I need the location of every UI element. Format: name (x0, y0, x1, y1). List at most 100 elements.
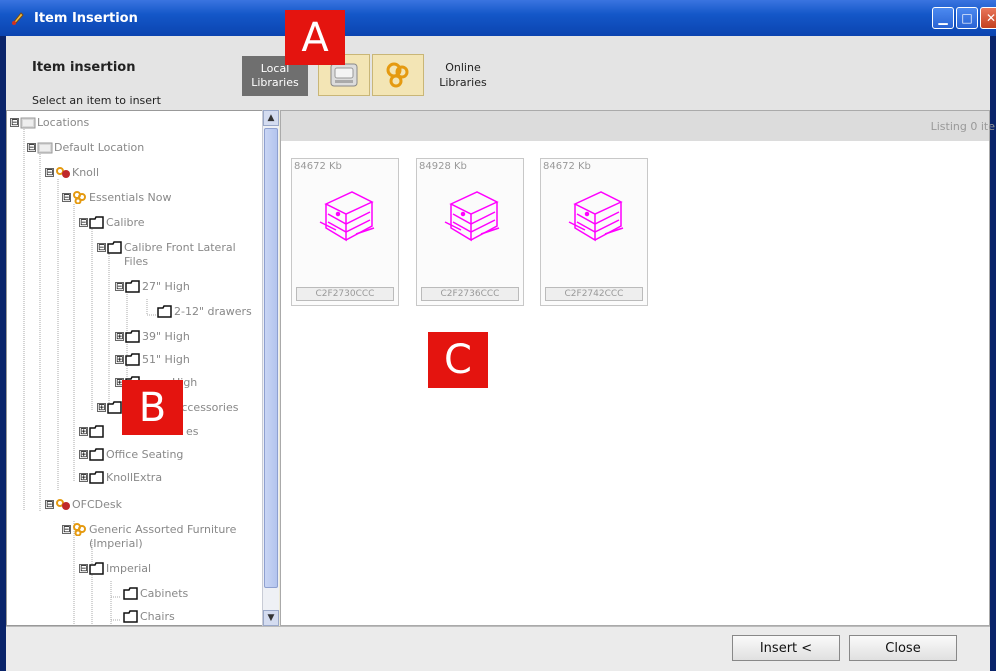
item-code: C2F2742CCC (545, 287, 643, 301)
item-size: 84672 Kb (294, 161, 342, 172)
folder-icon (89, 448, 104, 461)
insert-button[interactable]: Insert < (732, 635, 840, 661)
tree-node-39-high[interactable]: ⊞ 39" High (115, 330, 190, 344)
collapse-toggle[interactable]: ⊟ (115, 282, 124, 292)
header-panel: Item insertion Select an item to insert (6, 36, 990, 110)
item-list-panel: Listing 0 ite 84672 Kb C2F2730CCC 84928 … (280, 110, 995, 626)
folder-icon (107, 241, 122, 254)
tree-node-calibre[interactable]: ⊟ Calibre (79, 216, 145, 230)
lateral-file-drawing-icon (568, 191, 624, 242)
folder-icon (89, 425, 104, 438)
library-tree[interactable]: ⊟ Locations ⊟ Default Location ⊟ Knoll ⊟… (6, 110, 266, 626)
location-icon (37, 142, 53, 154)
folder-icon (89, 471, 104, 484)
annotation-marker-c: C (428, 332, 488, 388)
tree-node-calibre-front-lateral-files[interactable]: ⊟ Calibre Front Lateral Files (97, 241, 257, 269)
expand-toggle[interactable]: ⊞ (79, 427, 88, 437)
expand-toggle[interactable]: ⊞ (115, 355, 124, 365)
tree-node-knoll[interactable]: ⊟ Knoll (45, 166, 99, 180)
collapse-toggle[interactable]: ⊟ (79, 218, 88, 228)
tree-node-imperial[interactable]: ⊟ Imperial (79, 562, 151, 576)
folder-icon (125, 353, 140, 366)
minimize-button[interactable]: ▁ (932, 7, 954, 29)
page-title: Item insertion (32, 60, 136, 75)
item-code: C2F2736CCC (421, 287, 519, 301)
online-libraries-button[interactable] (372, 54, 424, 96)
folder-icon (107, 401, 122, 414)
scroll-down-button[interactable]: ▼ (263, 610, 279, 626)
online-libraries-label-2: Libraries (439, 76, 487, 89)
manufacturer-icon (56, 499, 70, 510)
scroll-thumb[interactable] (264, 128, 278, 588)
collapse-toggle[interactable]: ⊟ (79, 564, 88, 574)
chevron-down-icon: ▼ (267, 613, 275, 623)
tree-node-default-location[interactable]: ⊟ Default Location (27, 141, 144, 155)
item-insertion-window: Item Insertion ▁ □ ✕ Item insertion Sele… (0, 0, 996, 671)
folder-icon (125, 280, 140, 293)
item-code: C2F2730CCC (296, 287, 394, 301)
chevron-up-icon: ▲ (267, 113, 275, 123)
folder-icon (125, 330, 140, 343)
tree-node-2-12-drawers[interactable]: 2-12" drawers (157, 305, 252, 319)
folder-icon (89, 562, 104, 575)
expand-toggle[interactable]: ⊞ (79, 473, 88, 483)
collapse-toggle[interactable]: ⊟ (10, 118, 19, 128)
annotation-marker-b: B (122, 380, 183, 435)
minimize-icon: ▁ (938, 11, 948, 25)
tree-node-essentials-now[interactable]: ⊟ Essentials Now (62, 191, 172, 205)
window-controls: ▁ □ ✕ (932, 7, 996, 29)
expand-toggle[interactable]: ⊞ (115, 332, 124, 342)
tree-node-office-seating[interactable]: ⊞ Office Seating (79, 448, 183, 462)
local-libraries-label-2: Libraries (251, 76, 299, 89)
item-size: 84672 Kb (543, 161, 591, 172)
collapse-toggle[interactable]: ⊟ (45, 168, 54, 178)
tree-node-generic-assorted-furniture[interactable]: ⊟ Generic Assorted Furniture (Imperial) (62, 523, 257, 551)
tree-node-cabinets[interactable]: Cabinets (123, 587, 188, 601)
collapse-toggle[interactable]: ⊟ (62, 193, 71, 203)
manufacturer-icon (56, 167, 70, 178)
item-card[interactable]: 84928 Kb C2F2736CCC (416, 158, 524, 306)
expand-toggle[interactable]: ⊞ (97, 403, 106, 413)
scroll-up-button[interactable]: ▲ (263, 110, 279, 126)
location-icon (20, 117, 36, 129)
footer-bar: Insert < Close (6, 626, 990, 671)
folder-icon (157, 305, 172, 318)
tree-node-51-high[interactable]: ⊞ 51" High (115, 353, 190, 367)
page-subtitle: Select an item to insert (32, 94, 161, 107)
folder-icon (123, 587, 138, 600)
tree-node-ofcdesk[interactable]: ⊟ OFCDesk (45, 498, 122, 512)
title-bar[interactable]: Item Insertion ▁ □ ✕ (0, 0, 996, 36)
app-icon (12, 12, 24, 25)
collapse-toggle[interactable]: ⊟ (62, 525, 71, 535)
tree-node-chairs[interactable]: Chairs (123, 610, 175, 624)
item-size: 84928 Kb (419, 161, 467, 172)
listing-count: Listing 0 ite (930, 120, 995, 133)
close-icon: ✕ (985, 11, 996, 25)
online-libraries-label-1: Online (445, 61, 481, 74)
tree-node-locations[interactable]: ⊟ Locations (10, 116, 89, 130)
close-window-button[interactable]: ✕ (980, 7, 996, 29)
item-card[interactable]: 84672 Kb C2F2742CCC (540, 158, 648, 306)
lateral-file-drawing-icon (444, 191, 500, 242)
tree-node-knollextra[interactable]: ⊞ KnollExtra (79, 471, 162, 485)
catalog-icon (73, 191, 86, 204)
tree-scrollbar[interactable]: ▲ ▼ (262, 110, 279, 626)
maximize-button[interactable]: □ (956, 7, 978, 29)
folder-icon (89, 216, 104, 229)
close-button[interactable]: Close (849, 635, 957, 661)
folder-icon (123, 610, 138, 623)
online-libraries-label[interactable]: Online Libraries (428, 60, 498, 94)
collapse-toggle[interactable]: ⊟ (27, 143, 36, 153)
catalog-icon (73, 523, 86, 536)
annotation-marker-a: A (285, 10, 345, 65)
maximize-icon: □ (961, 11, 973, 25)
collapse-toggle[interactable]: ⊟ (45, 500, 54, 510)
tree-node-27-high[interactable]: ⊟ 27" High (115, 280, 190, 294)
window-title: Item Insertion (34, 10, 138, 26)
item-card[interactable]: 84672 Kb C2F2730CCC (291, 158, 399, 306)
online-library-icon (386, 62, 409, 88)
expand-toggle[interactable]: ⊞ (79, 450, 88, 460)
collapse-toggle[interactable]: ⊟ (97, 243, 106, 253)
lateral-file-drawing-icon (319, 191, 375, 242)
listing-bar: Listing 0 ite (281, 111, 995, 141)
